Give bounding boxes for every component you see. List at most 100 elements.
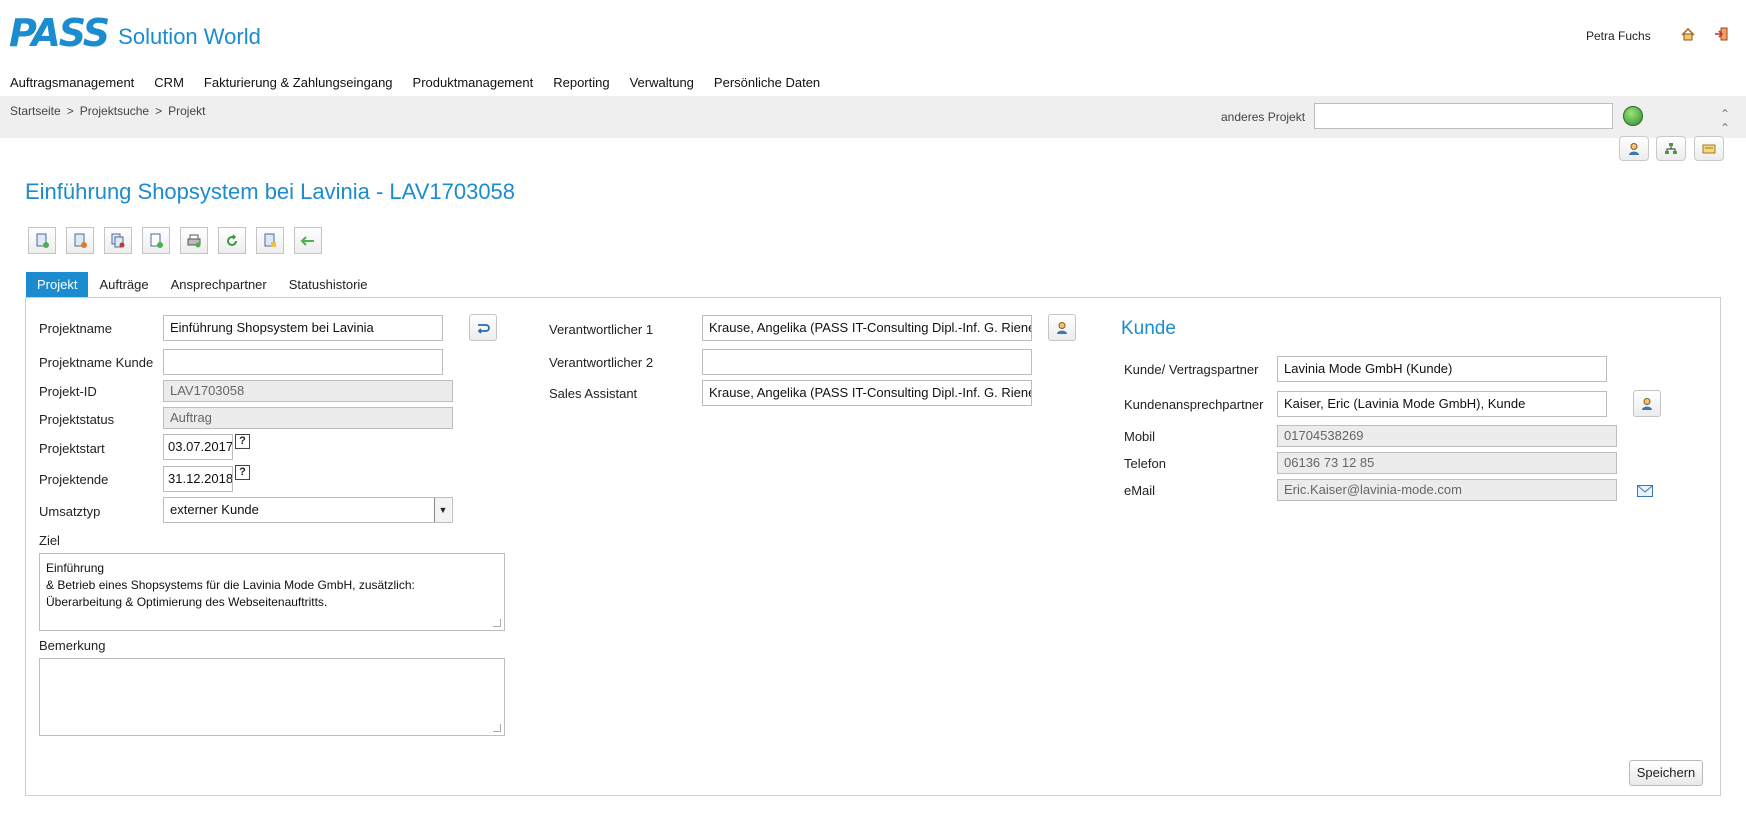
org-chart-button[interactable]: [1656, 136, 1686, 161]
other-project-label: anderes Projekt: [1221, 110, 1306, 124]
resize-handle-icon[interactable]: [493, 619, 501, 627]
projektstatus-label: Projektstatus: [39, 412, 115, 427]
sales-assistant-input[interactable]: Krause, Angelika (PASS IT-Consulting Dip…: [702, 380, 1032, 406]
breadcrumb-projektsuche[interactable]: Projektsuche: [80, 104, 149, 118]
person-icon: [1642, 397, 1652, 410]
projektende-label: Projektende: [39, 472, 109, 487]
back-arrow-icon: [300, 235, 314, 246]
save-button[interactable]: Speichern: [1629, 760, 1703, 786]
add-page-button[interactable]: [142, 227, 170, 254]
tab-projekt[interactable]: Projekt: [26, 272, 89, 297]
projektstart-input[interactable]: 03.07.2017: [163, 434, 233, 460]
copy-document-button[interactable]: [104, 227, 132, 254]
ziel-textarea[interactable]: Einführung & Betrieb eines Shopsystems f…: [39, 553, 505, 631]
vertragspartner-label: Kunde/ Vertragspartner: [1124, 362, 1259, 377]
projektende-input[interactable]: 31.12.2018: [163, 466, 233, 492]
username: Petra Fuchs: [1586, 29, 1651, 43]
person-button[interactable]: [1619, 136, 1649, 161]
verantwortlicher-1-input[interactable]: Krause, Angelika (PASS IT-Consulting Dip…: [702, 315, 1032, 341]
copy-document-icon: [111, 233, 125, 247]
verantwortlicher-2-label: Verantwortlicher 2: [549, 355, 654, 370]
projektstatus-field: Auftrag: [163, 407, 453, 429]
kundenansprechpartner-label: Kundenansprechpartner: [1124, 397, 1264, 412]
help-icon[interactable]: ?: [235, 465, 250, 480]
projektstart-label: Projektstart: [39, 441, 105, 456]
menu-item-persoenliche-daten[interactable]: Persönliche Daten: [714, 75, 820, 90]
menu-item-reporting[interactable]: Reporting: [553, 75, 609, 90]
select-person-button[interactable]: [1048, 314, 1076, 341]
person-icon: [1057, 321, 1067, 334]
report-button[interactable]: [256, 227, 284, 254]
projektname-kunde-input[interactable]: [163, 349, 443, 375]
menu-item-auftragsmanagement[interactable]: Auftragsmanagement: [10, 75, 134, 90]
breadcrumb-separator: >: [155, 104, 163, 118]
sales-assistant-label: Sales Assistant: [549, 386, 638, 401]
logout-icon[interactable]: [1713, 26, 1729, 42]
other-project-input[interactable]: [1314, 103, 1613, 129]
email-label: eMail: [1124, 483, 1156, 498]
mobil-label: Mobil: [1124, 429, 1156, 444]
print-button[interactable]: [180, 227, 208, 254]
pass-logo: PASS Solution World: [9, 11, 261, 55]
verantwortlicher-1-label: Verantwortlicher 1: [549, 322, 654, 337]
swap-button[interactable]: [469, 314, 497, 341]
breadcrumb-startseite[interactable]: Startseite: [10, 104, 61, 118]
mail-icon[interactable]: [1637, 485, 1653, 497]
page-title: Einführung Shopsystem bei Lavinia - LAV1…: [25, 179, 516, 204]
umsatztyp-select[interactable]: externer Kunde: [163, 497, 453, 523]
tab-bar: Projekt Aufträge Ansprechpartner Statush…: [26, 272, 379, 297]
breadcrumb-separator: >: [66, 104, 74, 118]
return-arrow-icon: [477, 323, 490, 334]
refresh-icon: [227, 233, 237, 246]
add-page-icon: [150, 233, 163, 248]
menu-item-crm[interactable]: CRM: [154, 75, 184, 90]
breadcrumb-projekt: Projekt: [168, 104, 206, 118]
new-document-icon: [36, 233, 49, 248]
projektname-input[interactable]: Einführung Shopsystem bei Lavinia: [163, 315, 443, 341]
verantwortlicher-2-input[interactable]: [702, 349, 1032, 375]
select-contact-button[interactable]: [1633, 390, 1661, 417]
new-document-button[interactable]: [28, 227, 56, 254]
menu-item-produktmanagement[interactable]: Produktmanagement: [413, 75, 534, 90]
projektname-kunde-label: Projektname Kunde: [39, 355, 154, 370]
org-chart-icon: [1665, 142, 1677, 154]
help-icon[interactable]: ?: [235, 434, 250, 449]
kunde-section-title: Kunde: [1121, 318, 1176, 339]
ziel-label: Ziel: [39, 533, 60, 548]
logo-text: Solution World: [118, 24, 261, 49]
tab-auftraege[interactable]: Aufträge: [88, 272, 159, 297]
refresh-button[interactable]: [218, 227, 246, 254]
telefon-field: 06136 73 12 85: [1277, 452, 1617, 474]
chevron-down-icon[interactable]: ▼: [434, 498, 451, 522]
logo-mark: PASS: [9, 11, 110, 55]
edit-document-icon: [74, 233, 87, 248]
umsatztyp-label: Umsatztyp: [39, 504, 101, 519]
breadcrumb: Startseite > Projektsuche > Projekt: [10, 104, 205, 118]
vertragspartner-input[interactable]: Lavinia Mode GmbH (Kunde): [1277, 356, 1607, 382]
resize-handle-icon[interactable]: [493, 724, 501, 732]
action-toolbar: [28, 227, 322, 254]
report-icon: [264, 233, 276, 247]
person-icon: [1629, 142, 1639, 155]
back-button[interactable]: [294, 227, 322, 254]
home-icon[interactable]: [1680, 26, 1696, 42]
kundenansprechpartner-input[interactable]: Kaiser, Eric (Lavinia Mode GmbH), Kunde: [1277, 391, 1607, 417]
projekt-id-label: Projekt-ID: [39, 384, 97, 399]
note-button[interactable]: [1694, 136, 1724, 161]
go-globe-icon[interactable]: [1623, 106, 1643, 126]
note-icon: [1702, 144, 1716, 153]
projekt-id-field: LAV1703058: [163, 380, 453, 402]
main-menu: Auftragsmanagement CRM Fakturierung & Za…: [10, 75, 840, 90]
bemerkung-textarea[interactable]: [39, 658, 505, 736]
print-icon: [187, 234, 201, 247]
bemerkung-label: Bemerkung: [39, 638, 106, 653]
projektname-label: Projektname: [39, 321, 112, 336]
email-field: Eric.Kaiser@lavinia-mode.com: [1277, 479, 1617, 501]
tab-ansprechpartner[interactable]: Ansprechpartner: [160, 272, 278, 297]
menu-item-verwaltung[interactable]: Verwaltung: [630, 75, 694, 90]
telefon-label: Telefon: [1124, 456, 1166, 471]
edit-document-button[interactable]: [66, 227, 94, 254]
collapse-up-icon[interactable]: ⌃ ⌃: [1720, 107, 1730, 135]
menu-item-fakturierung[interactable]: Fakturierung & Zahlungseingang: [204, 75, 393, 90]
tab-statushistorie[interactable]: Statushistorie: [278, 272, 379, 297]
